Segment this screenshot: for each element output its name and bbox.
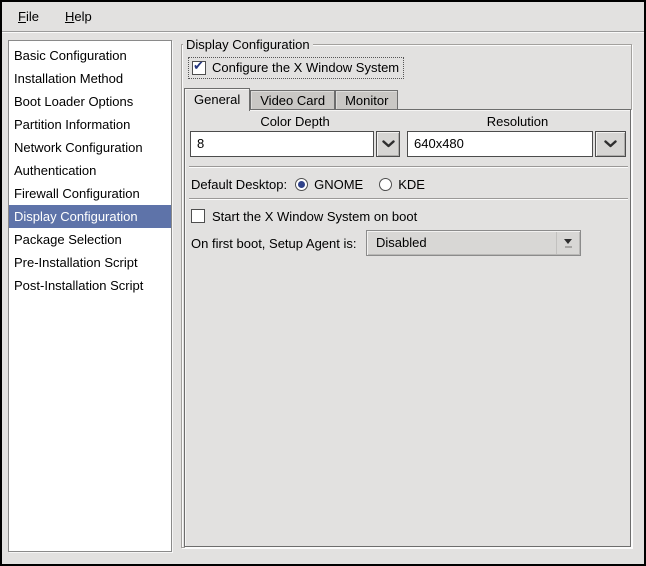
start-x-label: Start the X Window System on boot	[212, 208, 418, 224]
checkbox-box[interactable]: ✔	[192, 57, 206, 75]
menu-file[interactable]: File	[10, 6, 47, 27]
radio-button-icon[interactable]	[295, 177, 309, 191]
sidebar-item-boot-loader-options[interactable]: Boot Loader Options	[9, 90, 171, 113]
kickstart-configurator-window: File Help Basic Configuration Installati…	[0, 0, 646, 566]
sidebar-item-partition-information[interactable]: Partition Information	[9, 113, 171, 136]
separator	[189, 166, 628, 168]
separator	[189, 198, 628, 200]
frame-title: Display Configuration	[183, 37, 313, 52]
sidebar-item-pre-installation-script[interactable]: Pre-Installation Script	[9, 251, 171, 274]
tab-video-card[interactable]: Video Card	[250, 90, 336, 110]
resolution-dropdown-button[interactable]	[595, 131, 626, 157]
sidebar-item-display-configuration[interactable]: Display Configuration	[9, 205, 171, 228]
color-depth-dropdown-button[interactable]	[376, 131, 400, 157]
tab-monitor[interactable]: Monitor	[335, 90, 399, 110]
sidebar-item-installation-method[interactable]: Installation Method	[9, 67, 171, 90]
tab-general[interactable]: General	[184, 88, 251, 111]
sidebar-item-package-selection[interactable]: Package Selection	[9, 228, 171, 251]
configure-x-checkbox[interactable]: ✔ Configure the X Window System	[188, 57, 405, 79]
color-depth-entry[interactable]: 8	[190, 131, 374, 157]
menu-bar: File Help	[2, 2, 644, 32]
setup-agent-row: On first boot, Setup Agent is:	[191, 230, 356, 256]
setup-agent-label: On first boot, Setup Agent is:	[191, 235, 357, 251]
sidebar-item-authentication[interactable]: Authentication	[9, 159, 171, 182]
sidebar-item-network-configuration[interactable]: Network Configuration	[9, 136, 171, 159]
section-list: Basic Configuration Installation Method …	[8, 40, 172, 552]
radio-kde[interactable]: KDE	[379, 177, 425, 192]
resolution-label: Resolution	[486, 114, 549, 129]
setup-agent-dropdown[interactable]: Disabled	[366, 230, 581, 256]
setup-agent-value: Disabled	[376, 235, 427, 250]
sidebar-item-basic-configuration[interactable]: Basic Configuration	[9, 44, 171, 67]
general-tab-panel: Color Depth Resolution 8 640x480 Default…	[184, 109, 631, 547]
notebook-tabs: General Video Card Monitor	[184, 87, 399, 111]
start-x-checkbox[interactable]: Start the X Window System on boot	[191, 206, 417, 226]
display-configuration-frame: Display Configuration ✔ Configure the X …	[181, 37, 632, 548]
sidebar-item-firewall-configuration[interactable]: Firewall Configuration	[9, 182, 171, 205]
checkbox-box[interactable]	[191, 209, 205, 223]
radio-gnome-label: GNOME	[314, 176, 364, 192]
color-depth-label: Color Depth	[260, 114, 330, 129]
menu-help-label: Help	[64, 9, 92, 24]
checkmark-icon: ✔	[193, 57, 204, 73]
configure-x-label: Configure the X Window System	[212, 60, 400, 75]
chevron-down-icon	[381, 140, 395, 148]
color-depth-combo: 8	[190, 131, 400, 157]
sidebar-item-post-installation-script[interactable]: Post-Installation Script	[9, 274, 171, 297]
menu-file-label: File	[18, 9, 39, 24]
resolution-combo: 640x480	[407, 131, 628, 157]
default-desktop-label: Default Desktop:	[191, 176, 288, 192]
radio-gnome[interactable]: GNOME	[295, 177, 363, 192]
radio-button-icon[interactable]	[379, 177, 393, 191]
default-desktop-row: Default Desktop: GNOME KDE	[191, 172, 425, 196]
radio-kde-label: KDE	[398, 176, 425, 192]
option-menu-indicator-icon	[556, 232, 579, 254]
chevron-down-icon	[604, 140, 617, 148]
resolution-entry[interactable]: 640x480	[407, 131, 593, 157]
menu-help[interactable]: Help	[57, 6, 100, 27]
